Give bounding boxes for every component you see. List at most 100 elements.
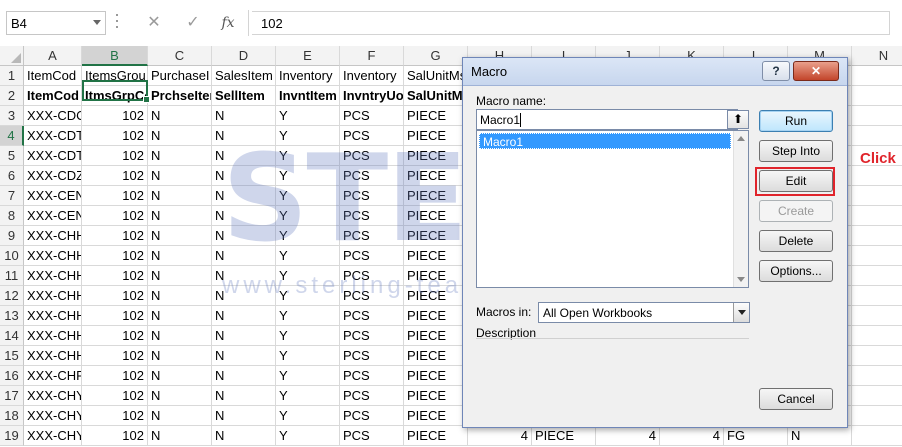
table-cell[interactable]: 102 [82, 166, 148, 186]
table-cell[interactable]: PIECE [404, 266, 468, 286]
table-cell[interactable]: N [148, 306, 212, 326]
table-cell[interactable]: 4 [660, 426, 724, 446]
table-cell[interactable]: PIECE [404, 326, 468, 346]
row-header[interactable]: 9 [0, 226, 24, 246]
table-cell[interactable]: Y [276, 346, 340, 366]
step-into-button[interactable]: Step Into [759, 140, 833, 162]
row-header[interactable]: 19 [0, 426, 24, 446]
chevron-down-icon[interactable] [733, 303, 749, 322]
table-cell[interactable]: PCS [340, 266, 404, 286]
table-cell[interactable]: 102 [82, 126, 148, 146]
table-cell[interactable]: XXX-CDC [24, 106, 82, 126]
macro-name-input[interactable]: Macro1 [476, 109, 738, 130]
table-cell[interactable]: 102 [82, 406, 148, 426]
run-button[interactable]: Run [759, 110, 833, 132]
scroll-down-icon[interactable] [737, 277, 745, 282]
table-cell[interactable] [852, 326, 902, 346]
table-cell[interactable]: PIECE [404, 306, 468, 326]
table-cell[interactable]: N [148, 286, 212, 306]
table-cell[interactable]: N [212, 186, 276, 206]
table-cell[interactable] [852, 106, 902, 126]
close-button[interactable]: ✕ [793, 61, 839, 81]
row-header[interactable]: 7 [0, 186, 24, 206]
table-cell[interactable]: Y [276, 106, 340, 126]
table-cell[interactable]: ItemCod [24, 86, 82, 106]
table-cell[interactable]: FG [724, 426, 788, 446]
table-cell[interactable]: N [148, 126, 212, 146]
table-cell[interactable]: Y [276, 426, 340, 446]
table-cell[interactable]: N [212, 246, 276, 266]
table-cell[interactable]: Y [276, 146, 340, 166]
table-cell[interactable] [852, 66, 902, 86]
table-cell[interactable] [852, 366, 902, 386]
table-cell[interactable]: PCS [340, 426, 404, 446]
table-cell[interactable]: N [212, 226, 276, 246]
table-cell[interactable]: PIECE [404, 426, 468, 446]
table-cell[interactable]: N [212, 406, 276, 426]
row-header[interactable]: 12 [0, 286, 24, 306]
table-cell[interactable]: 102 [82, 206, 148, 226]
table-cell[interactable]: 102 [82, 386, 148, 406]
table-cell[interactable]: N [212, 146, 276, 166]
table-cell[interactable]: Y [276, 166, 340, 186]
table-cell[interactable]: PCS [340, 206, 404, 226]
row-header[interactable]: 5 [0, 146, 24, 166]
table-cell[interactable] [852, 266, 902, 286]
table-cell[interactable]: PIECE [404, 166, 468, 186]
table-cell[interactable] [852, 166, 902, 186]
table-cell[interactable]: Y [276, 186, 340, 206]
row-header[interactable]: 17 [0, 386, 24, 406]
vertical-scrollbar[interactable] [733, 131, 748, 287]
column-header-a[interactable]: A [24, 46, 82, 66]
cancel-icon[interactable]: ✕ [143, 13, 165, 33]
table-cell[interactable]: 102 [82, 306, 148, 326]
table-cell[interactable]: ItmsGrpCo [82, 86, 148, 106]
enter-icon[interactable]: ✓ [182, 13, 204, 33]
edit-button[interactable]: Edit [759, 170, 833, 192]
table-cell[interactable]: Inventory [340, 66, 404, 86]
table-cell[interactable]: N [212, 106, 276, 126]
table-cell[interactable] [852, 386, 902, 406]
row-header[interactable]: 8 [0, 206, 24, 226]
table-cell[interactable] [852, 126, 902, 146]
row-header[interactable]: 13 [0, 306, 24, 326]
row-header[interactable]: 16 [0, 366, 24, 386]
table-cell[interactable]: PIECE [404, 246, 468, 266]
delete-button[interactable]: Delete [759, 230, 833, 252]
table-cell[interactable]: N [148, 386, 212, 406]
table-cell[interactable]: PIECE [404, 346, 468, 366]
table-cell[interactable]: 102 [82, 286, 148, 306]
table-cell[interactable]: Inventory [276, 66, 340, 86]
table-cell[interactable]: ItemCod [24, 66, 82, 86]
table-cell[interactable] [852, 406, 902, 426]
table-cell[interactable]: N [148, 106, 212, 126]
table-cell[interactable]: N [212, 126, 276, 146]
column-header-f[interactable]: F [340, 46, 404, 66]
table-cell[interactable]: N [148, 346, 212, 366]
dialog-titlebar[interactable]: Macro ? ✕ [463, 58, 847, 86]
macros-in-select[interactable]: All Open Workbooks [538, 302, 750, 323]
table-cell[interactable]: Y [276, 246, 340, 266]
table-cell[interactable]: Y [276, 406, 340, 426]
table-cell[interactable]: 102 [82, 246, 148, 266]
table-cell[interactable]: XXX-CHH [24, 226, 82, 246]
table-cell[interactable]: 102 [82, 106, 148, 126]
row-header[interactable]: 18 [0, 406, 24, 426]
table-cell[interactable] [852, 206, 902, 226]
table-cell[interactable]: N [212, 266, 276, 286]
table-cell[interactable]: PIECE [404, 106, 468, 126]
macro-list[interactable]: Macro1 [476, 130, 749, 288]
table-cell[interactable]: XXX-CDT [24, 126, 82, 146]
table-cell[interactable]: PCS [340, 106, 404, 126]
table-cell[interactable]: 102 [82, 226, 148, 246]
upload-arrow-icon[interactable]: ⬆ [727, 110, 749, 129]
row-header[interactable]: 1 [0, 66, 24, 86]
table-cell[interactable]: SalUnitMs [404, 66, 468, 86]
table-cell[interactable]: PCS [340, 186, 404, 206]
table-cell[interactable]: N [212, 386, 276, 406]
table-cell[interactable]: XXX-CEN [24, 206, 82, 226]
row-header[interactable]: 4 [0, 126, 24, 146]
table-cell[interactable]: XXX-CHY [24, 426, 82, 446]
table-cell[interactable]: N [212, 426, 276, 446]
table-cell[interactable]: N [148, 266, 212, 286]
